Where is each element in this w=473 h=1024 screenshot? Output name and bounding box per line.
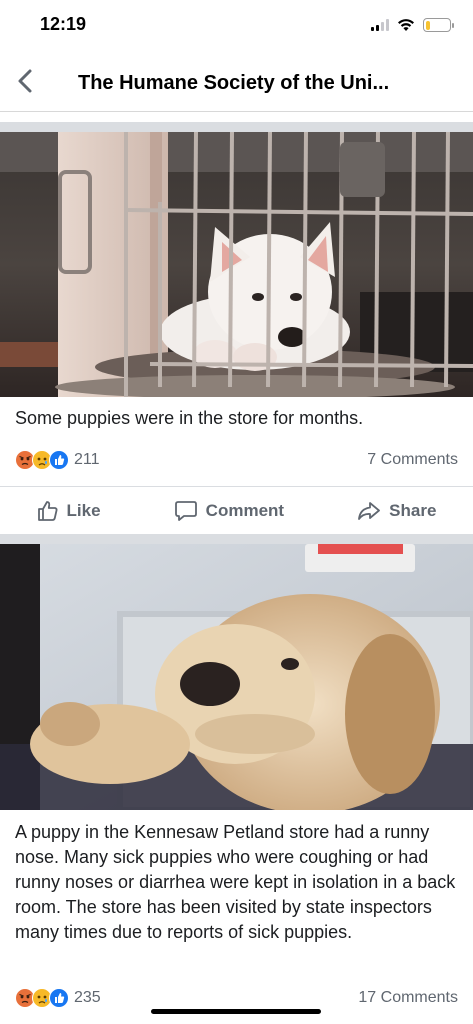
puppy-in-cage-image — [0, 132, 473, 397]
post-caption: A puppy in the Kennesaw Petland store ha… — [15, 822, 456, 942]
battery-level — [425, 20, 431, 30]
status-time: 12:19 — [40, 14, 87, 34]
page-title: The Humane Society of the Uni... — [78, 72, 390, 94]
feed-divider — [0, 534, 473, 544]
post-photo-golden-puppy[interactable] — [0, 544, 473, 810]
golden-puppy-image — [0, 544, 473, 810]
share-icon — [358, 501, 381, 520]
comment-count[interactable]: 17 Comments — [358, 989, 458, 1007]
status-bar: 12:19 — [0, 0, 473, 50]
comment-icon — [174, 500, 197, 521]
reaction-summary[interactable]: 211 7 Comments — [15, 448, 458, 472]
wifi-icon — [398, 19, 414, 31]
like-label: Like — [66, 500, 101, 520]
like-reaction-icon — [49, 988, 69, 1008]
feed-divider — [0, 122, 473, 132]
like-button[interactable]: Like — [37, 500, 101, 522]
reaction-icons — [15, 988, 69, 1008]
post-photo-white-puppy[interactable] — [0, 132, 473, 397]
thumbs-up-icon — [37, 500, 58, 521]
cellular-signal-icon — [371, 19, 389, 31]
chevron-left-icon — [18, 69, 32, 93]
comment-count[interactable]: 7 Comments — [367, 451, 458, 469]
share-label: Share — [389, 500, 437, 520]
post-caption: Some puppies were in the store for month… — [15, 408, 364, 428]
battery-low-icon — [423, 18, 454, 32]
share-button[interactable]: Share — [357, 500, 436, 522]
back-button[interactable] — [12, 64, 38, 98]
comment-label: Comment — [205, 500, 285, 520]
like-reaction-icon — [49, 450, 69, 470]
reaction-count: 211 — [74, 451, 100, 468]
comment-button[interactable]: Comment — [174, 500, 284, 522]
nav-bar: The Humane Society of the Uni... — [0, 50, 473, 112]
reaction-summary[interactable]: 235 17 Comments — [15, 986, 458, 1010]
reaction-icons — [15, 450, 69, 470]
home-indicator[interactable] — [151, 1009, 321, 1014]
post-action-bar: Like Comment Share — [0, 486, 473, 534]
reaction-count: 235 — [74, 989, 101, 1006]
status-icons — [371, 18, 454, 32]
